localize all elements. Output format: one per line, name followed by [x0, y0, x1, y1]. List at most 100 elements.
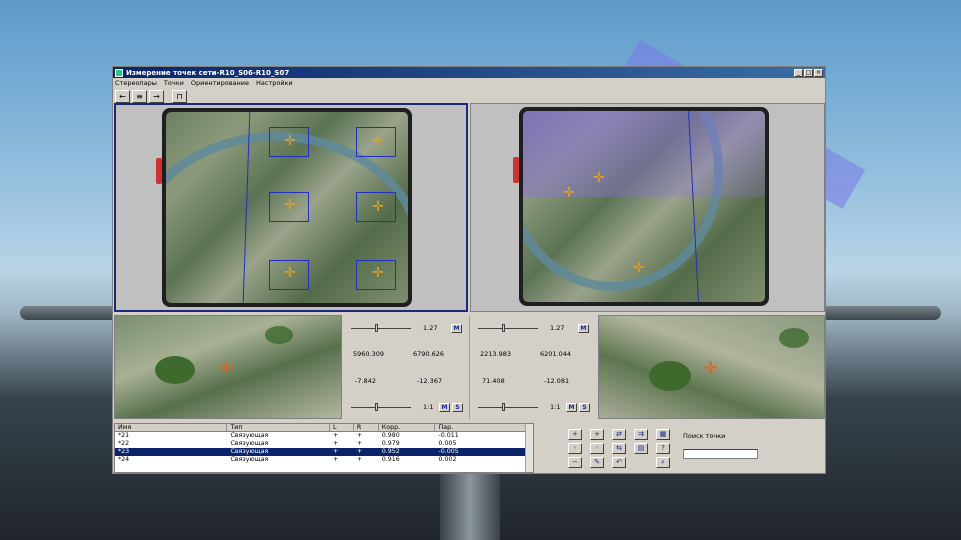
table-row[interactable]: *21 Связующая + + 0.980 -0.011: [115, 432, 533, 440]
right-scale-value: 1:1: [550, 403, 561, 411]
table-icon[interactable]: ▤: [634, 443, 648, 454]
cell-corr: 0.980: [381, 432, 400, 439]
header-name[interactable]: Имя: [115, 424, 228, 431]
left-aerial-photo[interactable]: ✛ ✛ ✛ ✛ ✛ ✛: [166, 112, 408, 303]
tie-point-marker[interactable]: ✛: [372, 266, 384, 280]
right-m-button[interactable]: M: [578, 324, 589, 333]
cell-r: +: [356, 440, 363, 447]
cell-l: +: [332, 456, 339, 463]
correlate-icon[interactable]: ⇆: [612, 443, 626, 454]
add-tie-point-icon[interactable]: +: [590, 429, 604, 440]
left-x-coordinate: 5960.309: [353, 350, 385, 358]
add-point-icon[interactable]: +: [568, 429, 582, 440]
cell-l: +: [332, 432, 339, 439]
header-par[interactable]: Пар.: [435, 424, 533, 431]
right-aerial-photo[interactable]: ✛ ✛ ✛: [523, 111, 765, 302]
right-aerial-photo-frame: ✛ ✛ ✛: [513, 107, 769, 306]
left-scale-value: 1:1: [423, 403, 434, 411]
point-action-buttons: + + ⇄ ⇉ ▦ ◦ ◦ ⇆ ▤ ? − ✎ ↶ ⌕: [568, 429, 670, 469]
remove-point-icon[interactable]: −: [568, 457, 582, 468]
tie-point-marker[interactable]: ✛: [284, 266, 296, 280]
cell-type: Связующая: [230, 448, 269, 455]
header-r[interactable]: R: [354, 424, 379, 431]
right-dx-value: 71.408: [482, 377, 505, 385]
table-row[interactable]: *22 Связующая + + 0.979 0.005: [115, 440, 533, 448]
window-title: Измерение точек сети-R10_S06-R10_S07: [126, 68, 290, 77]
left-zoom-slider[interactable]: [351, 324, 411, 332]
points-table: Имя Тип L R Корр. Пар. *21 Связующая + +…: [114, 423, 534, 473]
tie-point-marker[interactable]: ✛: [284, 198, 296, 212]
right-scale-m-button[interactable]: M: [566, 403, 577, 412]
left-photo-marker-tab: [156, 158, 162, 184]
cell-corr: 0.916: [381, 456, 400, 463]
left-stereo-view[interactable]: ✛ ✛ ✛ ✛ ✛ ✛: [114, 103, 468, 312]
transfer-point-icon[interactable]: ⇄: [612, 429, 626, 440]
cell-par: 0.005: [438, 440, 457, 447]
measure-right-icon[interactable]: ◦: [590, 443, 604, 454]
measure-left-icon[interactable]: ◦: [568, 443, 582, 454]
grid-icon[interactable]: ▦: [656, 429, 670, 440]
tie-point-marker[interactable]: ✛: [563, 186, 575, 200]
menu-stereopairs[interactable]: Стереопары: [115, 79, 157, 87]
right-zoom-view[interactable]: ✛: [598, 315, 825, 419]
close-button[interactable]: ×: [814, 68, 823, 77]
tie-point-marker[interactable]: ✛: [284, 134, 296, 148]
right-zoom-slider[interactable]: [478, 324, 538, 332]
cell-type: Связующая: [230, 432, 269, 439]
next-arrow-button[interactable]: →: [149, 90, 164, 103]
menu-settings[interactable]: Настройки: [256, 79, 293, 87]
left-scale-slider[interactable]: [351, 403, 411, 411]
menu-points[interactable]: Точки: [164, 79, 184, 87]
transfer-all-icon[interactable]: ⇉: [634, 429, 648, 440]
right-s-button[interactable]: S: [579, 403, 590, 412]
tie-point-marker[interactable]: ✛: [633, 261, 645, 275]
header-corr[interactable]: Корр.: [379, 424, 436, 431]
tie-point-marker[interactable]: ✛: [372, 134, 384, 148]
cell-l: +: [332, 448, 339, 455]
right-y-coordinate: 6201.044: [540, 350, 572, 358]
left-dy-value: -12.367: [417, 377, 443, 385]
header-l[interactable]: L: [330, 424, 354, 431]
table-row[interactable]: *24 Связующая + + 0.916 0.002: [115, 456, 533, 464]
header-type[interactable]: Тип: [227, 424, 330, 431]
cell-r: +: [356, 448, 363, 455]
right-stereo-view[interactable]: ✛ ✛ ✛: [470, 103, 825, 312]
table-scrollbar[interactable]: [525, 424, 533, 472]
left-zoom-view[interactable]: ✛: [114, 315, 342, 419]
table-header: Имя Тип L R Корр. Пар.: [115, 424, 533, 432]
left-dx-value: -7.842: [355, 377, 376, 385]
help-icon[interactable]: ?: [656, 443, 670, 454]
app-window: Измерение точек сети-R10_S06-R10_S07 _ □…: [112, 66, 826, 474]
vegetation: [155, 356, 195, 384]
pencil-icon[interactable]: ✎: [590, 457, 604, 468]
right-scale-slider[interactable]: [478, 403, 538, 411]
cell-r: +: [356, 456, 363, 463]
maximize-button[interactable]: □: [804, 68, 813, 77]
tie-point-marker[interactable]: ✛: [593, 171, 605, 185]
cell-r: +: [356, 432, 363, 439]
tie-point-marker[interactable]: ✛: [372, 200, 384, 214]
undo-icon[interactable]: ↶: [612, 457, 626, 468]
vegetation: [779, 328, 809, 348]
overlap-highlight: [523, 111, 765, 197]
list-button[interactable]: ≡: [132, 90, 147, 103]
right-measure-controls: 1.27 M 2213.983 6201.044 71.408 -12.081 …: [469, 315, 595, 419]
measure-button[interactable]: ⊓: [172, 90, 187, 103]
menu-orientation[interactable]: Ориентирование: [191, 79, 249, 87]
cell-name: *22: [118, 440, 130, 447]
left-y-coordinate: 6790.626: [413, 350, 445, 358]
search-input[interactable]: [683, 449, 758, 459]
minimize-button[interactable]: _: [794, 68, 803, 77]
cell-par: -0.011: [438, 432, 459, 439]
app-icon: [115, 68, 123, 77]
left-m-button[interactable]: M: [451, 324, 462, 333]
zoom-crosshair-icon: ✛: [703, 358, 719, 379]
left-aerial-photo-frame: ✛ ✛ ✛ ✛ ✛ ✛: [156, 108, 412, 307]
right-zoom-value: 1.27: [550, 324, 565, 332]
cell-par: -0.005: [438, 448, 459, 455]
back-arrow-button[interactable]: ←: [115, 90, 130, 103]
zoom-icon[interactable]: ⌕: [656, 457, 670, 468]
table-row-selected[interactable]: *23 Связующая + + 0.952 -0.005: [115, 448, 533, 456]
left-scale-m-button[interactable]: M: [439, 403, 450, 412]
left-s-button[interactable]: S: [452, 403, 463, 412]
